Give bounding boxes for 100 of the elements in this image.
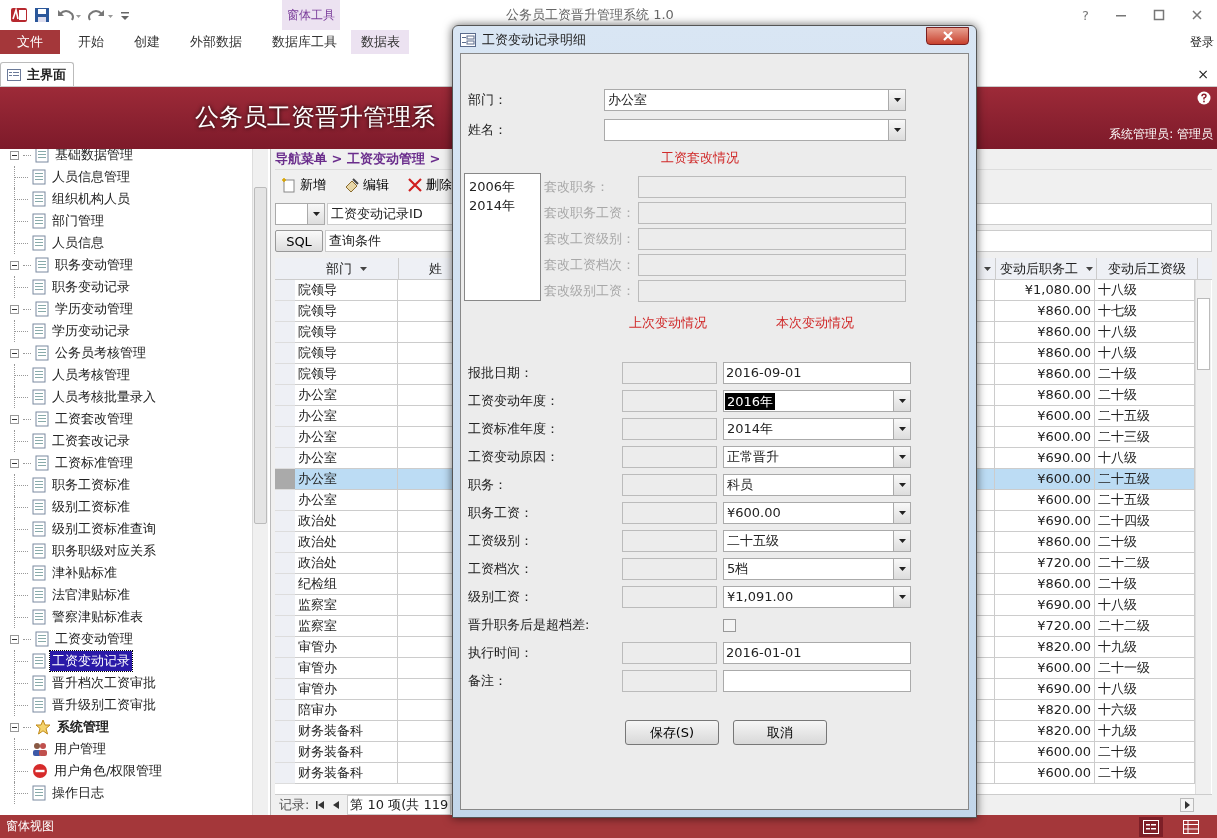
dropdown-arrow-icon[interactable]: [893, 98, 901, 102]
collapse-icon[interactable]: [10, 722, 19, 732]
dialog-button[interactable]: 取消: [733, 720, 827, 745]
dropdown-arrow-icon[interactable]: [1085, 266, 1093, 271]
column-header[interactable]: 变动后工资级: [1097, 258, 1198, 279]
tree-item[interactable]: 职务工资标准: [50, 475, 132, 495]
input-field[interactable]: [622, 502, 717, 524]
help-button[interactable]: ?: [1082, 7, 1089, 23]
close-icon[interactable]: [941, 30, 954, 41]
sql-button[interactable]: SQL: [275, 230, 323, 252]
tree-item[interactable]: 系统管理: [55, 717, 111, 737]
tree-item[interactable]: 操作日志: [50, 783, 106, 803]
input-field[interactable]: [622, 390, 717, 412]
dropdown-arrow-icon[interactable]: [893, 128, 901, 132]
maximize-icon[interactable]: [1152, 9, 1165, 21]
input-field[interactable]: [638, 228, 906, 250]
ribbon-tab[interactable]: 开始: [66, 30, 116, 54]
file-tab[interactable]: 文件: [0, 30, 60, 54]
dropdown-field[interactable]: 正常晋升: [723, 446, 911, 468]
tree-item[interactable]: 晋升级别工资审批: [50, 695, 158, 715]
ribbon-tab[interactable]: 创建: [122, 30, 172, 54]
dropdown-arrow-icon[interactable]: [898, 483, 906, 487]
list-item[interactable]: 2006年: [467, 177, 538, 196]
tree-item[interactable]: 人员信息管理: [50, 167, 132, 187]
customize-icon[interactable]: [120, 9, 130, 21]
dropdown-arrow-icon[interactable]: [312, 212, 320, 216]
column-header[interactable]: 部门: [295, 258, 399, 279]
form-view-icon[interactable]: [1139, 816, 1163, 837]
input-field[interactable]: [622, 642, 717, 664]
tree-item[interactable]: 组织机构人员: [50, 189, 132, 209]
first-record-icon[interactable]: [315, 800, 326, 810]
tree-item[interactable]: 部门管理: [50, 211, 106, 231]
collapse-icon[interactable]: [10, 458, 19, 468]
tree-item[interactable]: 用户管理: [52, 739, 108, 759]
collapse-icon[interactable]: [10, 348, 19, 358]
dropdown-field[interactable]: 2016年: [723, 390, 911, 412]
dropdown-arrow-icon[interactable]: [898, 539, 906, 543]
collapse-icon[interactable]: [10, 304, 19, 314]
list-item[interactable]: 2014年: [467, 196, 538, 215]
ribbon-tab[interactable]: 数据库工具: [260, 30, 349, 54]
input-field[interactable]: 2016-09-01: [723, 362, 911, 384]
tree-item[interactable]: 公务员考核管理: [53, 343, 148, 363]
collapse-icon[interactable]: [10, 150, 19, 160]
tree-item[interactable]: 基础数据管理: [53, 149, 135, 165]
tree-item[interactable]: 津补贴标准: [50, 563, 119, 583]
ribbon-tab[interactable]: 数据表: [351, 30, 409, 54]
toolbar-button[interactable]: 删除: [401, 174, 458, 196]
previous-record-icon[interactable]: [331, 800, 342, 810]
dropdown-field[interactable]: ¥1,091.00: [723, 586, 911, 608]
tree-item[interactable]: 职务职级对应关系: [50, 541, 158, 561]
close-icon[interactable]: [1190, 9, 1203, 21]
input-field[interactable]: [638, 202, 906, 224]
tree-item[interactable]: 工资套改记录: [50, 431, 132, 451]
tree-item[interactable]: 学历变动管理: [53, 299, 135, 319]
input-field[interactable]: [622, 474, 717, 496]
tree-item[interactable]: 工资变动记录: [50, 651, 132, 671]
document-tab[interactable]: 主界面: [0, 62, 74, 86]
tree-item[interactable]: 工资变动管理: [53, 629, 135, 649]
column-header[interactable]: 变动后职务工: [996, 258, 1097, 279]
login-link[interactable]: 登录: [1190, 30, 1214, 54]
record-position-field[interactable]: 第 10 项(共 119: [347, 795, 452, 815]
input-field[interactable]: [723, 670, 911, 692]
scrollbar[interactable]: [1195, 280, 1211, 794]
dropdown-arrow-icon[interactable]: [984, 266, 991, 271]
dropdown-field[interactable]: 二十五级: [723, 530, 911, 552]
year-list[interactable]: 2006年 2014年: [464, 173, 541, 301]
field-combo[interactable]: [275, 203, 325, 225]
dropdown-arrow-icon[interactable]: [898, 567, 906, 571]
input-field[interactable]: [622, 362, 717, 384]
input-field[interactable]: [638, 280, 906, 302]
input-field[interactable]: [622, 418, 717, 440]
dropdown-arrow-icon[interactable]: [898, 595, 906, 599]
dropdown-arrow-icon[interactable]: [360, 266, 367, 271]
scroll-right-icon[interactable]: [1180, 798, 1194, 812]
tree-item[interactable]: 法官津贴标准: [50, 585, 132, 605]
tree-item[interactable]: 人员考核批量录入: [50, 387, 158, 407]
close-button[interactable]: ×: [1197, 66, 1209, 82]
dropdown-arrow-icon[interactable]: [898, 427, 906, 431]
input-field[interactable]: [622, 530, 717, 552]
input-field[interactable]: [638, 254, 906, 276]
tree-item[interactable]: 职务变动管理: [53, 255, 135, 275]
input-field[interactable]: [622, 670, 717, 692]
tree-item[interactable]: 级别工资标准: [50, 497, 132, 517]
tree-item[interactable]: 人员信息: [50, 233, 106, 253]
input-field[interactable]: [622, 446, 717, 468]
tree-item[interactable]: 人员考核管理: [50, 365, 132, 385]
collapse-icon[interactable]: [10, 260, 19, 270]
save-icon[interactable]: [34, 7, 50, 23]
collapse-icon[interactable]: [10, 634, 19, 644]
dropdown-field[interactable]: 科员: [723, 474, 911, 496]
dropdown-field[interactable]: 办公室: [604, 89, 906, 111]
tree-item[interactable]: 晋升档次工资审批: [50, 673, 158, 693]
toolbar-button[interactable]: 编辑: [338, 174, 395, 196]
tree-item[interactable]: 工资标准管理: [53, 453, 135, 473]
collapse-icon[interactable]: [10, 414, 19, 424]
tree-item[interactable]: 职务变动记录: [50, 277, 132, 297]
toolbar-button[interactable]: 新增: [275, 174, 332, 196]
dropdown-arrow-icon[interactable]: [898, 511, 906, 515]
dropdown-field[interactable]: 5档: [723, 558, 911, 580]
close-button[interactable]: [926, 26, 969, 45]
